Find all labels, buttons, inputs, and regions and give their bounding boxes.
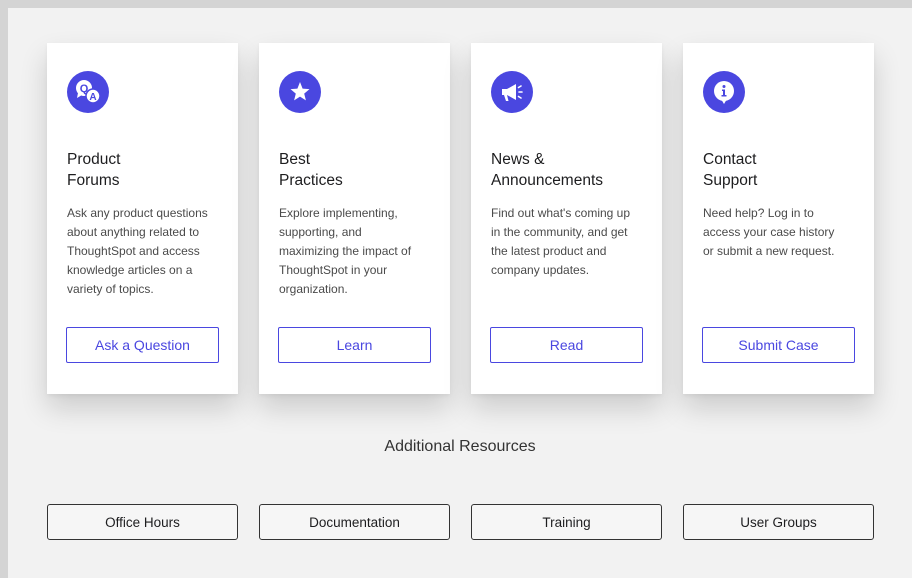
card-title: Product Forums <box>67 151 121 189</box>
card-title: Contact Support <box>703 151 758 189</box>
page-frame: Q A Product Forums Ask any product quest… <box>8 8 912 578</box>
office-hours-button[interactable]: Office Hours <box>47 504 238 540</box>
additional-resources-heading: Additional Resources <box>384 438 536 455</box>
card-contact-support: Contact Support Need help? Log in to acc… <box>683 43 874 394</box>
qa-bubbles-icon: Q A <box>67 71 109 113</box>
info-icon <box>703 71 745 113</box>
learn-button[interactable]: Learn <box>278 327 431 363</box>
card-best-practices: Best Practices Explore implementing, sup… <box>259 43 450 394</box>
megaphone-icon <box>491 71 533 113</box>
card-news-announcements: News & Announcements Find out what's com… <box>471 43 662 394</box>
card-product-forums: Q A Product Forums Ask any product quest… <box>47 43 238 394</box>
card-title: News & Announcements <box>491 151 604 189</box>
svg-text:A: A <box>89 92 96 103</box>
read-button[interactable]: Read <box>490 327 643 363</box>
card-description: Explore implementing, supporting, and ma… <box>279 206 412 296</box>
card-description: Find out what's coming up in the communi… <box>491 206 631 277</box>
card-title: Best Practices <box>279 151 343 189</box>
card-description: Need help? Log in to access your case hi… <box>703 206 835 258</box>
documentation-button[interactable]: Documentation <box>259 504 450 540</box>
card-description: Ask any product questions about anything… <box>67 206 208 296</box>
user-groups-button[interactable]: User Groups <box>683 504 874 540</box>
ask-question-button[interactable]: Ask a Question <box>66 327 219 363</box>
submit-case-button[interactable]: Submit Case <box>702 327 855 363</box>
star-icon <box>279 71 321 113</box>
training-button[interactable]: Training <box>471 504 662 540</box>
